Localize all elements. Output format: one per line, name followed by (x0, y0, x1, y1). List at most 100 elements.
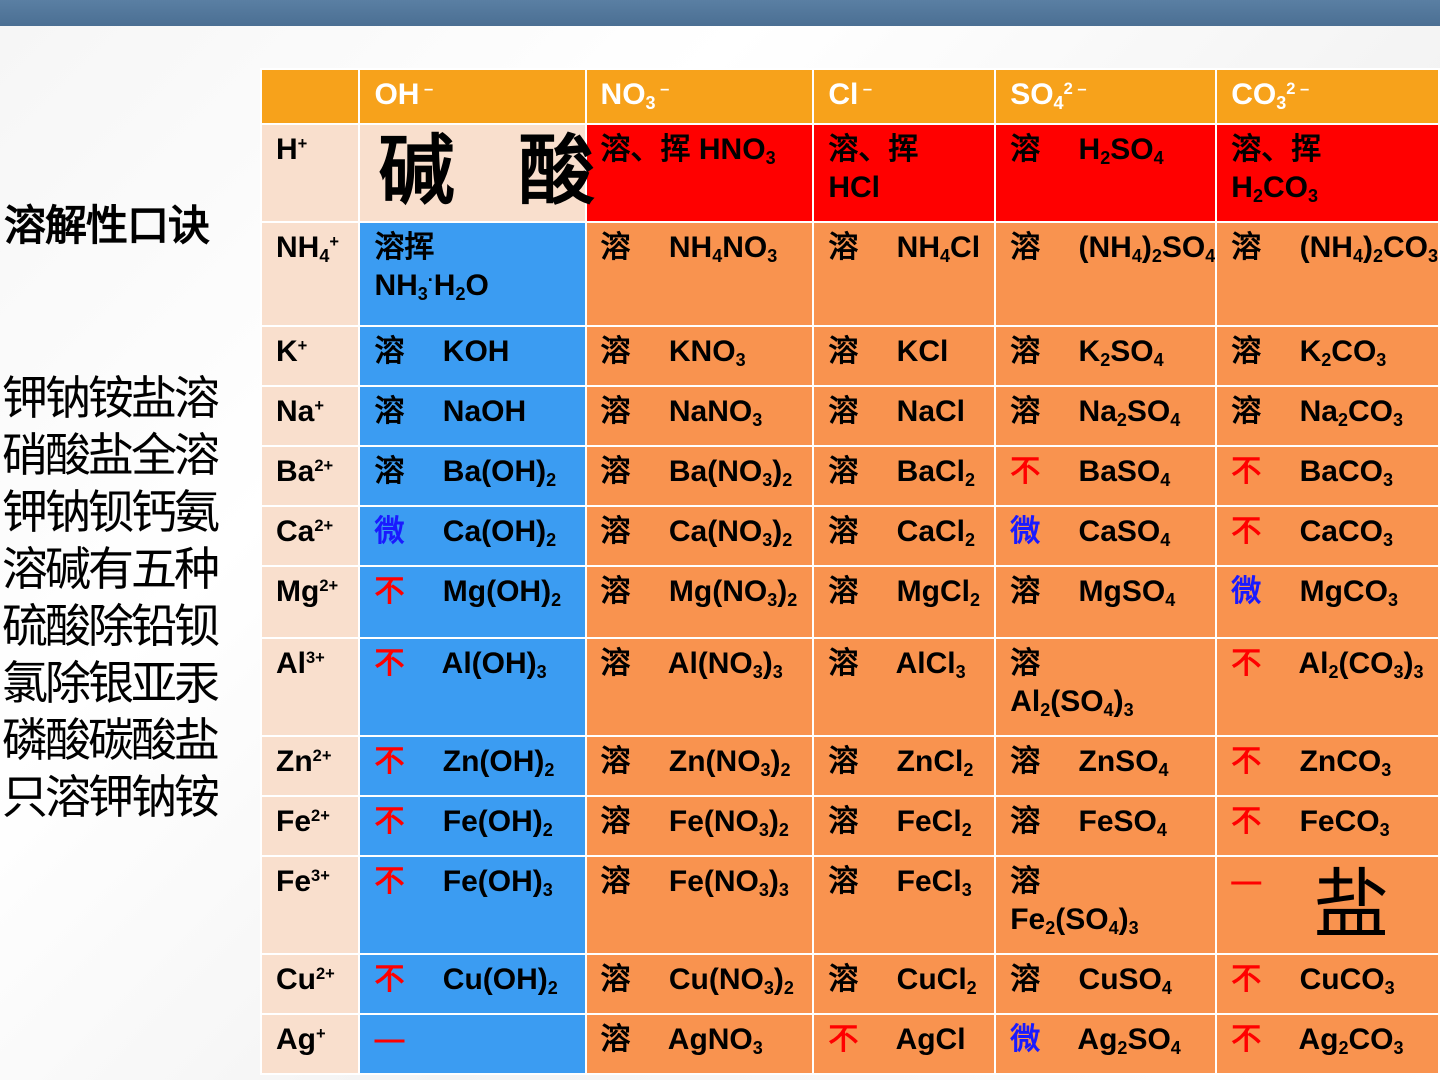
compound-formula: Ca(NO3)2 (668, 515, 793, 551)
solubility-mark: 溶 (600, 865, 631, 898)
solubility-cell: 不 Al(OH)3 (358, 637, 587, 737)
solubility-mark: 溶 (600, 1023, 631, 1056)
cation-header: Na+ (259, 385, 361, 447)
solubility-mark: 不 (1231, 647, 1262, 680)
cation-header: Zn2+ (259, 735, 361, 797)
compound-formula: FeCl3 (896, 865, 972, 901)
compound-formula: Zn(NO3)2 (668, 745, 791, 781)
solubility-mark: 不 (1231, 745, 1262, 778)
compound-formula: Mg(NO3)2 (668, 575, 798, 611)
solubility-cell: 不 Mg(OH)2 (358, 565, 587, 639)
compound-formula: CuCO3 (1299, 963, 1395, 999)
solubility-cell: 溶 Mg(NO3)2 (584, 565, 815, 639)
solubility-mark: 不 (828, 1023, 859, 1056)
solubility-mark: 溶 (1010, 805, 1041, 838)
solubility-mark: 微 (374, 515, 405, 548)
solubility-cell: 不 ZnCO3 (1215, 735, 1440, 797)
compound-formula: ZnCl2 (896, 745, 974, 781)
solubility-cell: 微 Ag2SO4 (994, 1013, 1218, 1075)
solubility-mark: 溶 (1231, 395, 1262, 428)
solubility-mark: 溶 (828, 335, 859, 368)
solubility-cell: 溶 NaNO3 (584, 385, 815, 447)
solubility-mark: 不 (374, 745, 405, 778)
solubility-cell: 溶 ZnCl2 (812, 735, 997, 797)
cation-header: Cu2+ (259, 953, 361, 1015)
solubility-cell: 溶 FeCl2 (812, 795, 997, 857)
table-row: Cu2+ 不 Cu(OH)2 溶 Cu(NO3)2 溶 CuCl2 溶 CuSO4 不 C… (259, 953, 1440, 1015)
compound-formula: Al2(SO4)3 (1010, 684, 1134, 720)
solubility-cell: 溶 AlCl3 (812, 637, 997, 737)
solubility-mark: 不 (374, 647, 405, 680)
solubility-mark: 溶 (374, 395, 405, 428)
solubility-mark: 不 (374, 963, 405, 996)
compound-formula: BaSO4 (1078, 455, 1171, 491)
solubility-mark: 不 (374, 805, 405, 838)
solubility-cell: 溶 Fe(NO3)2 (584, 795, 815, 857)
solubility-cell: 溶 CuCl2 (812, 953, 997, 1015)
solubility-cell: 溶 NH4Cl (812, 221, 997, 327)
compound-formula: K2CO3 (1299, 335, 1387, 371)
solubility-cell: 溶挥 NH3·H2O (358, 221, 587, 327)
table-row: Fe3+ 不 Fe(OH)3 溶 Fe(NO3)3 溶 FeCl3 溶 Fe2(SO4)3… (259, 855, 1440, 955)
compound-formula: Ag2CO3 (1298, 1023, 1404, 1059)
rhyme-line: 只溶钾钠铵 (2, 770, 220, 824)
compound-formula: H2SO4 (1078, 133, 1164, 169)
solubility-cell: 溶、挥 HNO3 (584, 123, 815, 223)
solubility-mark: 溶 (1010, 335, 1041, 368)
solubility-cell: 溶 Zn(NO3)2 (584, 735, 815, 797)
compound-formula: AgCl (895, 1023, 966, 1056)
cation-header: Ba2+ (259, 445, 361, 507)
solubility-mark: 溶、挥 (828, 133, 919, 166)
solubility-mark: 溶 (600, 231, 631, 264)
compound-formula: MgCl2 (896, 575, 981, 611)
compound-formula: NaCl (896, 395, 966, 428)
solubility-mark: 微 (1010, 1023, 1041, 1056)
compound-formula: Fe(OH)3 (442, 865, 553, 901)
solubility-cell: 溶 K2CO3 (1215, 325, 1440, 387)
solubility-mark: — (1231, 865, 1262, 898)
compound-formula: Na2SO4 (1078, 395, 1181, 431)
cation-header: Ca2+ (259, 505, 361, 567)
solubility-mark: 溶 (1010, 231, 1041, 264)
solubility-cell: — 盐 (1215, 855, 1440, 955)
table-row: Zn2+ 不 Zn(OH)2 溶 Zn(NO3)2 溶 ZnCl2 溶 ZnSO4 不 Z… (259, 735, 1440, 797)
cation-header: Ag+ (259, 1013, 361, 1075)
solubility-cell: 溶 KNO3 (584, 325, 815, 387)
solubility-cell: 不 Al2(CO3)3 (1215, 637, 1440, 737)
cation-header: H+ (259, 123, 361, 223)
solubility-cell: 不 Cu(OH)2 (358, 953, 587, 1015)
solubility-mark: 溶 (600, 395, 631, 428)
solubility-mark: 溶 (600, 335, 631, 368)
solubility-mark: 微 (1231, 575, 1262, 608)
compound-formula: K2SO4 (1078, 335, 1164, 371)
table-row: Fe2+ 不 Fe(OH)2 溶 Fe(NO3)2 溶 FeCl2 溶 FeSO4 不 F… (259, 795, 1440, 857)
compound-formula: (NH4)2CO3 (1299, 231, 1438, 267)
solubility-mark: 溶 (828, 575, 859, 608)
solubility-mark: 溶挥 (374, 231, 435, 264)
compound-formula: AgNO3 (667, 1023, 763, 1059)
solubility-cell: 溶 K2SO4 (994, 325, 1218, 387)
compound-formula: HCl (828, 170, 880, 204)
solubility-cell: 溶、挥 H2CO3 (1215, 123, 1440, 223)
solubility-mark: 不 (374, 575, 405, 608)
top-banner (0, 0, 1440, 26)
compound-formula: Cu(OH)2 (442, 963, 558, 999)
anion-header: Cl – (812, 68, 997, 125)
solubility-mark: 溶 (1010, 963, 1041, 996)
solubility-mark: 不 (1231, 515, 1262, 548)
compound-formula: CaCl2 (896, 515, 976, 551)
table-corner (259, 68, 361, 125)
solubility-cell: 溶 MgSO4 (994, 565, 1218, 639)
compound-formula: FeCl2 (896, 805, 972, 841)
solubility-mark: 溶 (828, 745, 859, 778)
solubility-mark: 溶 (1231, 335, 1262, 368)
salt-region-label: 盐 (1313, 860, 1390, 949)
solubility-cell: 微 CaSO4 (994, 505, 1218, 567)
solubility-mark: 溶 (828, 805, 859, 838)
solubility-cell: 溶 Cu(NO3)2 (584, 953, 815, 1015)
solubility-cell: 溶 Ca(NO3)2 (584, 505, 815, 567)
anion-header: SO42 – (994, 68, 1218, 125)
solubility-mark: 微 (1010, 515, 1041, 548)
compound-formula: CuSO4 (1078, 963, 1172, 999)
solubility-cell: 溶 CaCl2 (812, 505, 997, 567)
